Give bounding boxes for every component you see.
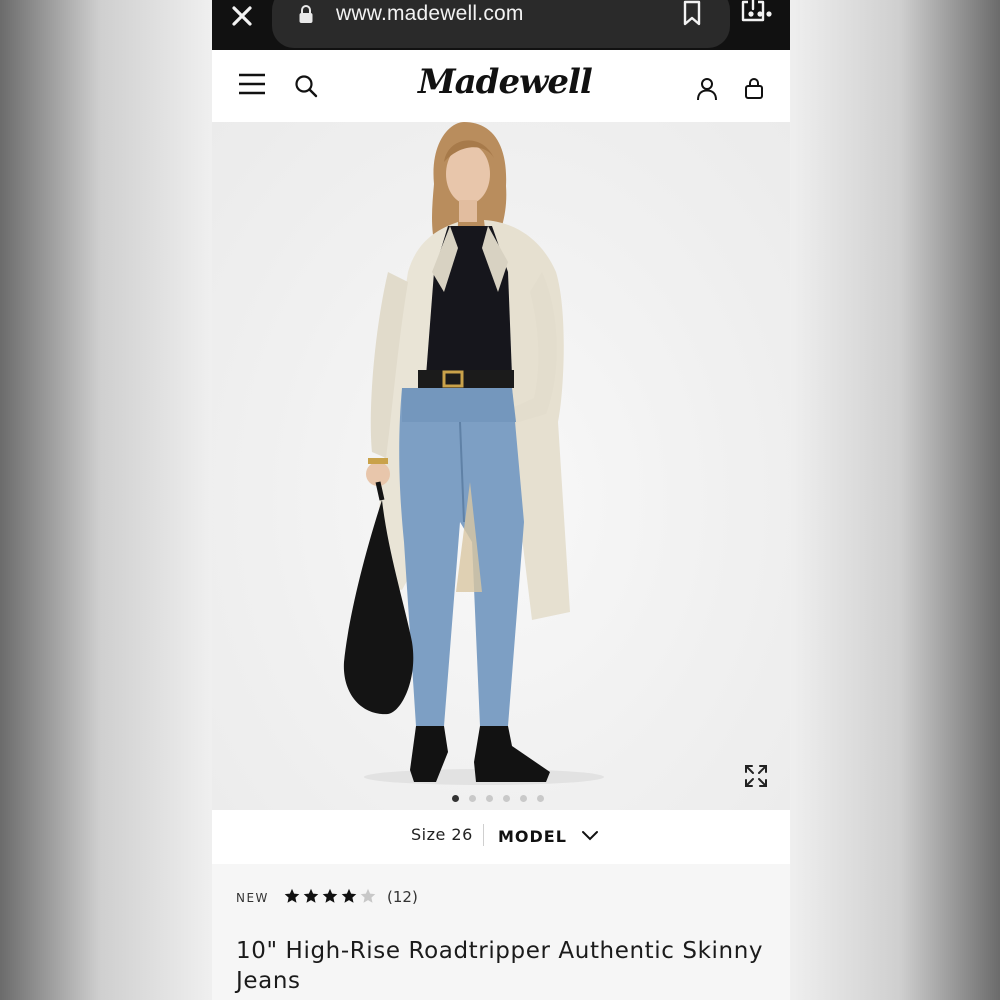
review-count[interactable]: (12) [387,888,418,906]
carousel-dot[interactable] [520,795,527,802]
browser-toolbar: www.madewell.com [212,0,790,50]
close-icon[interactable] [228,2,256,30]
search-icon[interactable] [294,74,318,98]
address-bar[interactable]: www.madewell.com [272,0,765,48]
size-model-strip: Size 26 MODEL [212,810,790,864]
lock-icon [299,5,313,23]
chevron-down-icon [581,831,598,841]
star-icon [341,888,357,903]
model-toggle-button[interactable]: MODEL [498,824,599,848]
more-icon[interactable] [746,4,774,24]
account-icon[interactable] [696,77,718,101]
star-icon [284,888,300,903]
new-badge: NEW [236,891,269,905]
product-info: NEW (12) 10" High-Rise Roadtripper Authe… [212,864,790,1000]
product-title: 10" High-Rise Roadtripper Authentic Skin… [236,938,764,994]
carousel-dot[interactable] [469,795,476,802]
site-header: Madewell [212,50,790,122]
menu-icon[interactable] [238,72,266,96]
carousel-dot[interactable] [452,795,459,802]
star-icon [360,888,376,903]
model-photo [343,122,604,785]
carousel-dots [452,795,544,805]
carousel-dot[interactable] [537,795,544,802]
model-label: MODEL [498,826,567,846]
carousel-dot[interactable] [486,795,493,802]
carousel-dot[interactable] [503,795,510,802]
phone-screen: www.madewell.com Madewell Size 26 MODEL … [212,0,790,1000]
url-text: www.madewell.com [336,2,524,25]
bookmark-icon[interactable] [682,0,702,26]
bag-icon[interactable] [744,78,764,100]
divider [483,824,484,846]
product-image[interactable] [212,122,790,810]
star-icon [322,888,338,903]
brand-logo[interactable]: Madewell [418,62,593,108]
star-icon [303,888,319,903]
model-size-label: Size 26 [411,825,473,844]
expand-icon[interactable] [742,762,770,790]
star-rating[interactable] [284,888,376,904]
